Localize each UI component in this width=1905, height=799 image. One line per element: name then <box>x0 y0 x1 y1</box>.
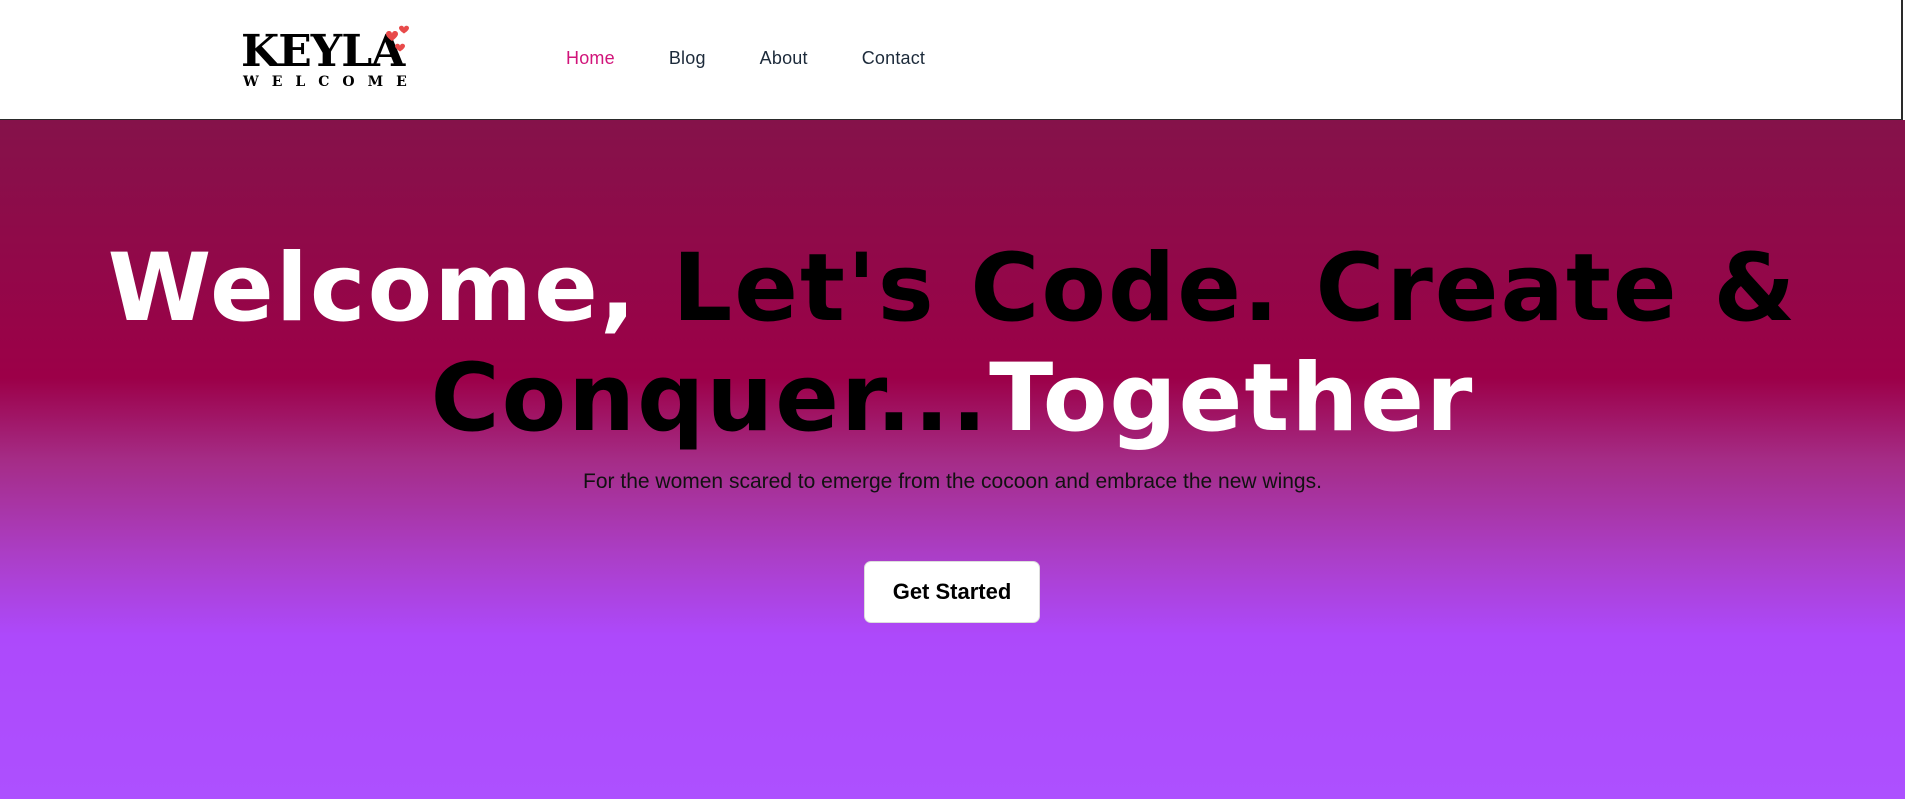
logo-tagline: WELCOME <box>243 74 420 90</box>
nav-link-home[interactable]: Home <box>566 46 615 70</box>
logo-wordmark: KEYLA <box>241 26 405 77</box>
nav-link-about[interactable]: About <box>760 46 808 70</box>
get-started-button[interactable]: Get Started <box>864 561 1040 623</box>
nav-link-blog[interactable]: Blog <box>669 46 706 70</box>
main-nav: Home Blog About Contact <box>566 46 979 70</box>
site-logo[interactable]: KEYLA WELCOME <box>241 22 421 94</box>
nav-link-contact[interactable]: Contact <box>862 46 925 70</box>
headline-welcome: Welcome, <box>107 234 638 343</box>
headline-together: Together <box>989 344 1475 453</box>
navbar: KEYLA WELCOME Home Blog About Contact <box>0 0 1903 120</box>
hero-subtitle: For the women scared to emerge from the … <box>583 470 1322 493</box>
hero-headline: Welcome, Let's Code. Create & Conquer...… <box>0 234 1905 454</box>
hero-section: Welcome, Let's Code. Create & Conquer...… <box>0 120 1905 799</box>
hearts-icon <box>386 25 409 52</box>
